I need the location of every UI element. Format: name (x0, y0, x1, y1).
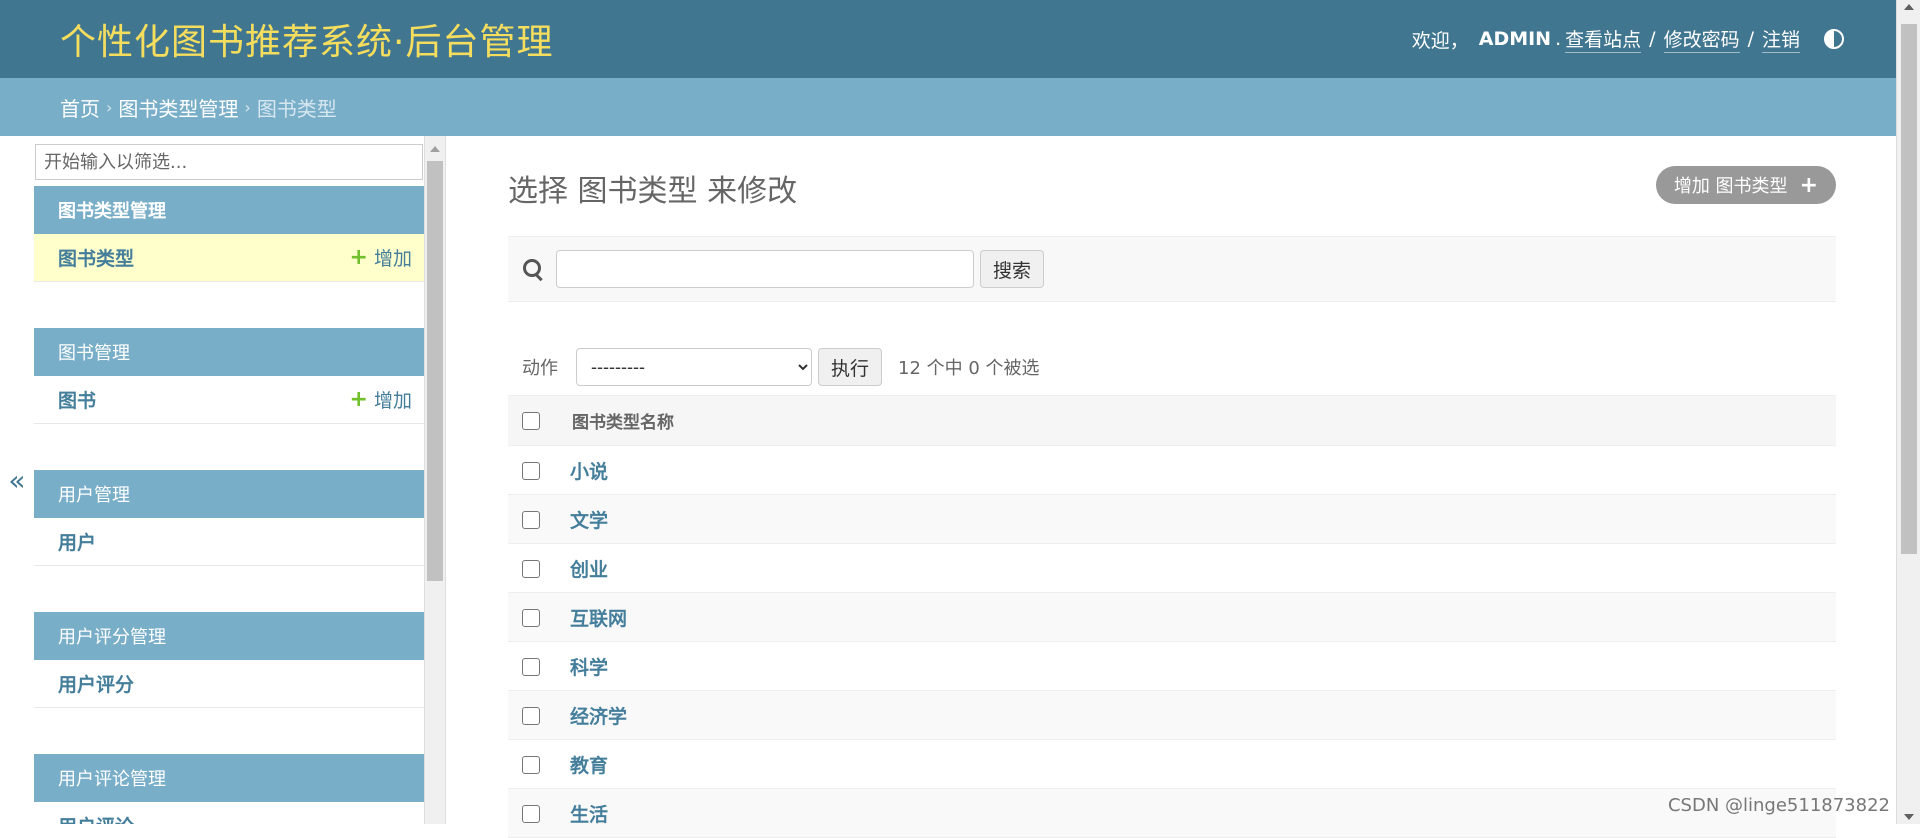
row-checkbox[interactable] (522, 511, 540, 529)
actions-label: 动作 (522, 354, 558, 380)
breadcrumb-home[interactable]: 首页 (60, 93, 100, 122)
row-checkbox[interactable] (522, 658, 540, 676)
table-row: 教育 (508, 740, 1836, 789)
sidebar-item-rating: 用户评分 (34, 660, 424, 708)
table-row: 小说 (508, 446, 1836, 495)
plus-icon: + (350, 247, 368, 269)
module-user: 用户管理 用户 (34, 470, 424, 566)
scrollbar-thumb[interactable] (1901, 24, 1917, 554)
nav-sidebar: 图书类型管理 图书类型 + 增加 图书管理 图书 + 增加 用户管理 用户 用户… (34, 136, 424, 824)
plus-icon: + (1800, 173, 1818, 198)
add-link[interactable]: + 增加 (350, 244, 412, 271)
row-checkbox[interactable] (522, 805, 540, 823)
period: . (1555, 28, 1561, 50)
change-password-link[interactable]: 修改密码 (1664, 25, 1740, 53)
sidebar-scrollbar[interactable] (424, 136, 446, 824)
add-label: 增加 (374, 244, 412, 271)
view-site-link[interactable]: 查看站点 (1565, 25, 1641, 53)
page-title: 选择 图书类型 来修改 (508, 166, 797, 210)
add-link[interactable]: + 增加 (350, 386, 412, 413)
table-row: 生活 (508, 789, 1836, 838)
logout-link[interactable]: 注销 (1762, 25, 1800, 53)
header: 个性化图书推荐系统·后台管理 欢迎， ADMIN. 查看站点 / 修改密码 / … (0, 0, 1896, 78)
table-row: 互联网 (508, 593, 1836, 642)
select-all-checkbox[interactable] (522, 412, 540, 430)
model-link[interactable]: 用户评论 (58, 812, 134, 824)
actions-bar: 动作 --------- 执行 12 个中 0 个被选 (508, 339, 1836, 395)
table-row: 创业 (508, 544, 1836, 593)
username: ADMIN (1479, 28, 1551, 50)
select-all-cell (508, 396, 558, 446)
user-tools: 欢迎， ADMIN. 查看站点 / 修改密码 / 注销 (1412, 25, 1844, 53)
breadcrumb-app[interactable]: 图书类型管理 (118, 93, 238, 122)
breadcrumb-separator: › (238, 98, 256, 117)
selection-counter: 12 个中 0 个被选 (898, 354, 1040, 380)
theme-toggle-icon[interactable] (1824, 29, 1844, 49)
scroll-down-icon[interactable] (1904, 814, 1914, 820)
table-header-row: 图书类型名称 (508, 396, 1836, 446)
separator: / (1645, 28, 1659, 50)
toggle-sidebar-button[interactable]: « (0, 136, 34, 824)
model-link[interactable]: 图书类型 (58, 244, 134, 271)
module-rating: 用户评分管理 用户评分 (34, 612, 424, 708)
row-link[interactable]: 小说 (558, 461, 608, 483)
module-caption[interactable]: 用户管理 (34, 470, 424, 518)
row-link[interactable]: 科学 (558, 657, 608, 679)
model-link[interactable]: 用户评分 (58, 670, 134, 697)
row-link[interactable]: 生活 (558, 804, 608, 826)
search-toolbar: 搜索 (508, 236, 1836, 302)
table-row: 经济学 (508, 691, 1836, 740)
row-link[interactable]: 文学 (558, 510, 608, 532)
row-checkbox[interactable] (522, 707, 540, 725)
search-button[interactable]: 搜索 (980, 250, 1044, 288)
module-comment: 用户评论管理 用户评论 (34, 754, 424, 824)
row-checkbox[interactable] (522, 560, 540, 578)
row-checkbox[interactable] (522, 462, 540, 480)
row-checkbox[interactable] (522, 609, 540, 627)
module-caption[interactable]: 图书类型管理 (34, 186, 424, 234)
window-scrollbar[interactable] (1896, 0, 1920, 824)
row-link[interactable]: 经济学 (558, 706, 627, 728)
add-book-type-button[interactable]: 增加 图书类型 + (1656, 166, 1836, 204)
plus-icon: + (350, 389, 368, 411)
separator: / (1744, 28, 1758, 50)
breadcrumb: 首页 › 图书类型管理 › 图书类型 (0, 78, 1896, 136)
nav-filter-input[interactable] (35, 144, 423, 180)
row-link[interactable]: 互联网 (558, 608, 627, 630)
welcome-text: 欢迎， (1412, 26, 1469, 53)
result-table: 图书类型名称 小说 文学 创业 互联网 科学 (508, 395, 1836, 838)
main-content: 选择 图书类型 来修改 增加 图书类型 + 搜索 动作 --------- 执行… (508, 136, 1836, 824)
model-link[interactable]: 用户 (58, 528, 96, 555)
module-caption[interactable]: 用户评分管理 (34, 612, 424, 660)
go-button[interactable]: 执行 (818, 348, 882, 386)
site-name[interactable]: 个性化图书推荐系统·后台管理 (60, 13, 553, 65)
sidebar-item-book: 图书 + 增加 (34, 376, 424, 424)
row-checkbox[interactable] (522, 756, 540, 774)
sidebar-item-user: 用户 (34, 518, 424, 566)
scrollbar-thumb[interactable] (427, 161, 443, 581)
action-select[interactable]: --------- (576, 348, 812, 386)
module-book-type: 图书类型管理 图书类型 + 增加 (34, 186, 424, 282)
table-row: 科学 (508, 642, 1836, 691)
search-icon (522, 258, 544, 280)
module-book: 图书管理 图书 + 增加 (34, 328, 424, 424)
scroll-up-icon[interactable] (1904, 4, 1914, 10)
search-input[interactable] (556, 250, 974, 288)
table-row: 文学 (508, 495, 1836, 544)
breadcrumb-separator: › (100, 98, 118, 117)
add-label: 增加 (374, 386, 412, 413)
row-link[interactable]: 教育 (558, 755, 608, 777)
add-button-label: 增加 图书类型 (1674, 172, 1788, 198)
breadcrumb-current: 图书类型 (257, 93, 337, 122)
module-caption[interactable]: 用户评论管理 (34, 754, 424, 802)
watermark: CSDN @linge511873822 (1668, 795, 1890, 816)
sidebar-item-book-type: 图书类型 + 增加 (34, 234, 424, 282)
scroll-up-icon[interactable] (430, 146, 440, 152)
model-link[interactable]: 图书 (58, 386, 96, 413)
column-header[interactable]: 图书类型名称 (558, 396, 1836, 446)
sidebar-item-comment: 用户评论 (34, 802, 424, 824)
row-link[interactable]: 创业 (558, 559, 608, 581)
module-caption[interactable]: 图书管理 (34, 328, 424, 376)
